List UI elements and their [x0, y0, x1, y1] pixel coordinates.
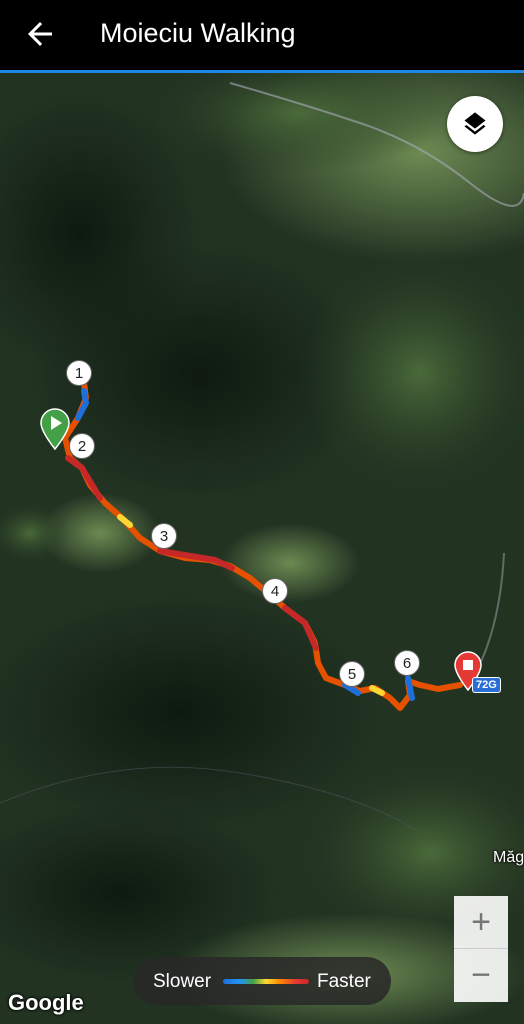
accent-divider — [0, 70, 524, 73]
legend-slower-label: Slower — [153, 971, 212, 992]
road-label: 72G — [472, 677, 501, 693]
place-label: Măg — [493, 849, 524, 866]
km-marker-4[interactable]: 4 — [262, 578, 288, 604]
km-marker-label: 1 — [74, 364, 84, 382]
satellite-terrain — [0, 73, 524, 1024]
km-marker-label: 6 — [402, 654, 412, 672]
zoom-in-button[interactable]: + — [454, 896, 508, 949]
km-marker-2[interactable]: 2 — [69, 433, 95, 459]
page-title: Moieciu Walking — [100, 18, 296, 48]
layers-icon — [464, 112, 486, 135]
legend-faster-label: Faster — [317, 971, 371, 992]
start-flag-icon — [40, 408, 70, 451]
map-view[interactable]: 1 2 3 4 5 6 72G Măg — [0, 73, 524, 1024]
km-marker-6[interactable]: 6 — [394, 650, 420, 676]
km-marker-3[interactable]: 3 — [151, 523, 177, 549]
km-marker-label: 3 — [159, 527, 169, 545]
arrow-back-icon — [28, 22, 52, 46]
km-marker-1[interactable]: 1 — [66, 360, 92, 386]
km-marker-5[interactable]: 5 — [339, 661, 365, 687]
km-marker-label: 5 — [347, 665, 357, 683]
back-button[interactable] — [22, 16, 58, 52]
pace-legend: Slower Faster — [133, 957, 391, 1005]
km-marker-label: 4 — [270, 582, 280, 600]
start-marker[interactable] — [39, 408, 71, 455]
google-logo: Google — [8, 990, 84, 1015]
layers-button[interactable] — [447, 96, 503, 152]
zoom-controls: + − — [454, 896, 508, 1002]
zoom-out-button[interactable]: − — [454, 949, 508, 1001]
legend-gradient-bar — [223, 979, 309, 984]
app-bar: Moieciu Walking — [0, 0, 524, 70]
km-marker-label: 2 — [77, 437, 87, 455]
